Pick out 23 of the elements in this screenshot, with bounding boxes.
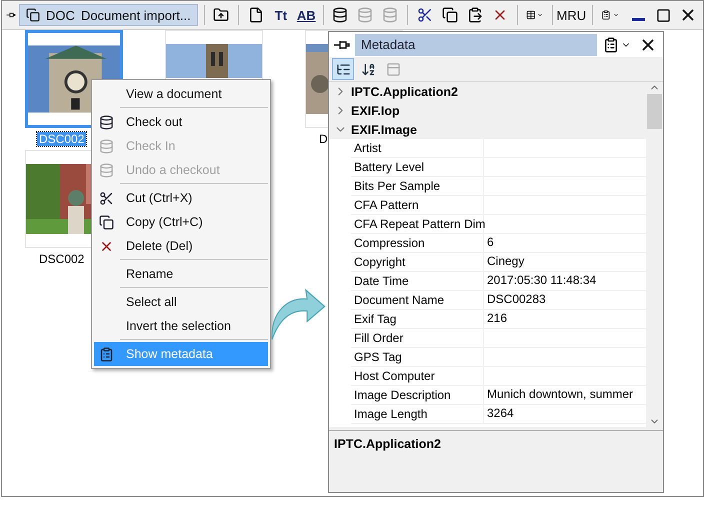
property-name: Copyright xyxy=(351,253,484,271)
file-name: D xyxy=(318,132,329,146)
category-name: IPTC.Application2 xyxy=(351,84,458,98)
property-name: GPS Tag xyxy=(351,348,484,366)
panel-title: Metadata xyxy=(355,34,597,56)
file-name: DSC002 xyxy=(38,252,86,266)
property-name: Artist xyxy=(351,139,484,157)
property-name: Date Time xyxy=(351,272,484,290)
property-name: Compression xyxy=(351,234,484,252)
property-name: Battery Level xyxy=(351,158,484,176)
property-name: Exif Tag xyxy=(351,310,484,328)
property-name: Image Length xyxy=(351,405,484,423)
property-name: CFA Repeat Pattern Dim xyxy=(351,215,484,233)
category-name: EXIF.Image xyxy=(351,122,417,136)
property-name: Image Description xyxy=(351,386,484,404)
category-name: EXIF.Iop xyxy=(351,104,400,118)
property-name: Bits Per Sample xyxy=(351,177,484,195)
property-name: CFA Pattern xyxy=(351,196,484,214)
description-title: IPTC.Application2 xyxy=(334,437,441,451)
property-name: Document Name xyxy=(351,291,484,309)
property-name: Host Computer xyxy=(351,367,484,385)
file-name: DSC002 xyxy=(37,132,86,146)
property-name: Fill Order xyxy=(351,329,484,347)
